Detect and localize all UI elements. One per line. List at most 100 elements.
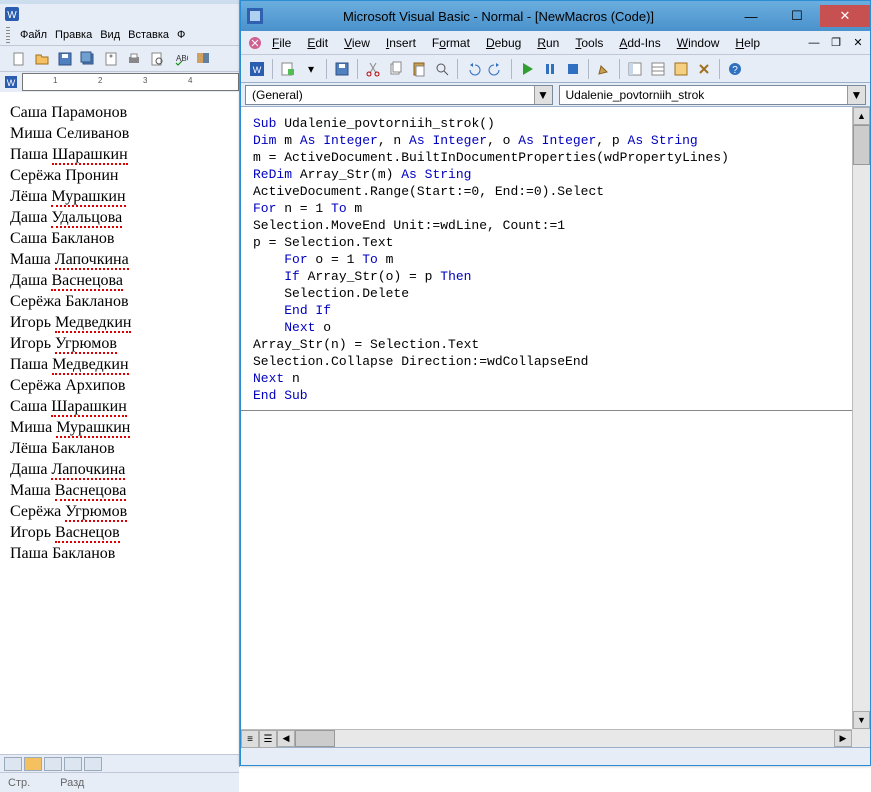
- svg-text:W: W: [253, 65, 262, 75]
- scroll-thumb[interactable]: [853, 125, 870, 165]
- code-line: Array_Str(n) = Selection.Text: [253, 336, 840, 353]
- reset-button[interactable]: [563, 59, 583, 79]
- document-area[interactable]: Саша ПарамоновМиша СеливановПаша Шарашки…: [0, 92, 239, 754]
- code-line: Selection.Collapse Direction:=wdCollapse…: [253, 353, 840, 370]
- document-line: Саша Бакланов: [10, 228, 231, 249]
- menu-help[interactable]: Help: [728, 34, 767, 52]
- web-view-button[interactable]: [24, 757, 42, 771]
- menu-edit[interactable]: Правка: [55, 29, 92, 41]
- procedure-combo[interactable]: Udalenie_povtorniih_strok ▼: [559, 85, 867, 105]
- normal-view-button[interactable]: [4, 757, 22, 771]
- menu-debug[interactable]: Debug: [479, 34, 528, 52]
- horizontal-ruler[interactable]: 1 2 3 4: [22, 73, 239, 91]
- menu-insert[interactable]: Вставка: [128, 29, 169, 41]
- code-line: ReDim Array_Str(m) As String: [253, 166, 840, 183]
- code-line: Next o: [253, 319, 840, 336]
- word-doc-icon: W: [0, 74, 22, 90]
- scroll-right-button[interactable]: ▶: [834, 730, 852, 747]
- menu-tools[interactable]: Tools: [568, 34, 610, 52]
- code-line: Selection.MoveEnd Unit:=wdLine, Count:=1: [253, 217, 840, 234]
- run-button[interactable]: [517, 59, 537, 79]
- word-ruler-row: W 1 2 3 4: [0, 72, 239, 92]
- cut-button[interactable]: [363, 59, 383, 79]
- spelling-button[interactable]: ABC: [170, 49, 190, 69]
- break-button[interactable]: [540, 59, 560, 79]
- menu-view[interactable]: View: [337, 34, 377, 52]
- project-explorer-button[interactable]: [625, 59, 645, 79]
- outline-view-button[interactable]: [64, 757, 82, 771]
- word-icon-row: W: [0, 4, 239, 24]
- scroll-thumb[interactable]: [295, 730, 335, 747]
- document-line: Маша Васнецова: [10, 480, 231, 501]
- menu-format[interactable]: Format: [425, 34, 477, 52]
- redo-button[interactable]: [486, 59, 506, 79]
- undo-button[interactable]: [463, 59, 483, 79]
- view-buttons: [0, 754, 239, 772]
- vba-menu-bar: File Edit View Insert Format Debug Run T…: [241, 31, 870, 55]
- full-module-view-button[interactable]: ☰: [259, 730, 277, 748]
- code-line: Selection.Delete: [253, 285, 840, 302]
- scroll-up-button[interactable]: ▲: [853, 107, 870, 125]
- mdi-close-button[interactable]: ✕: [850, 36, 866, 50]
- menu-file[interactable]: Файл: [20, 29, 47, 41]
- vertical-scrollbar[interactable]: ▲ ▼: [852, 107, 870, 729]
- dropdown-arrow-icon[interactable]: ▼: [847, 86, 865, 104]
- menu-addins[interactable]: Add-Ins: [612, 34, 667, 52]
- dropdown-arrow-icon[interactable]: ▼: [534, 86, 552, 104]
- document-line: Серёжа Бакланов: [10, 291, 231, 312]
- document-line: Даша Васнецова: [10, 270, 231, 291]
- properties-button[interactable]: [648, 59, 668, 79]
- window-title: Microsoft Visual Basic - Normal - [NewMa…: [269, 9, 728, 24]
- minimize-button[interactable]: —: [728, 5, 774, 27]
- object-combo[interactable]: (General) ▼: [245, 85, 553, 105]
- code-text-area[interactable]: Sub Udalenie_povtorniih_strok()Dim m As …: [241, 107, 852, 729]
- scroll-left-button[interactable]: ◀: [277, 730, 295, 747]
- print-preview-button[interactable]: [147, 49, 167, 69]
- paste-button[interactable]: [409, 59, 429, 79]
- object-combo-value: (General): [252, 88, 303, 102]
- save-button[interactable]: [332, 59, 352, 79]
- insert-module-button[interactable]: [278, 59, 298, 79]
- mdi-restore-button[interactable]: ❐: [828, 36, 844, 50]
- copy-button[interactable]: [386, 59, 406, 79]
- save-all-button[interactable]: [78, 49, 98, 69]
- help-button[interactable]: ?: [725, 59, 745, 79]
- menu-view[interactable]: Вид: [100, 29, 120, 41]
- menu-edit[interactable]: Edit: [300, 34, 335, 52]
- word-status-bar: Стр. Разд: [0, 772, 239, 792]
- code-line: For n = 1 To m: [253, 200, 840, 217]
- scroll-down-button[interactable]: ▼: [853, 711, 870, 729]
- find-button[interactable]: [432, 59, 452, 79]
- research-button[interactable]: [193, 49, 213, 69]
- vba-titlebar[interactable]: Microsoft Visual Basic - Normal - [NewMa…: [241, 1, 870, 31]
- close-button[interactable]: ✕: [820, 5, 870, 27]
- print-button[interactable]: [124, 49, 144, 69]
- menu-run[interactable]: Run: [530, 34, 566, 52]
- menu-insert[interactable]: Insert: [379, 34, 423, 52]
- menu-file[interactable]: File: [265, 34, 298, 52]
- svg-text:W: W: [7, 10, 17, 21]
- menu-window[interactable]: Window: [670, 34, 727, 52]
- code-combo-row: (General) ▼ Udalenie_povtorniih_strok ▼: [241, 83, 870, 107]
- horizontal-scrollbar[interactable]: ≡ ☰ ◀ ▶: [241, 729, 852, 747]
- object-browser-button[interactable]: [671, 59, 691, 79]
- document-line: Миша Мурашкин: [10, 417, 231, 438]
- reading-view-button[interactable]: [84, 757, 102, 771]
- open-button[interactable]: [32, 49, 52, 69]
- mdi-minimize-button[interactable]: —: [806, 36, 822, 50]
- maximize-button[interactable]: ☐: [774, 5, 820, 27]
- save-button[interactable]: [55, 49, 75, 69]
- menu-grip[interactable]: [6, 27, 10, 43]
- code-line: ActiveDocument.Range(Start:=0, End:=0).S…: [253, 183, 840, 200]
- permission-button[interactable]: [101, 49, 121, 69]
- vba-window: Microsoft Visual Basic - Normal - [NewMa…: [240, 0, 871, 766]
- menu-format-partial[interactable]: Ф: [177, 29, 185, 41]
- new-doc-button[interactable]: [9, 49, 29, 69]
- toolbox-button[interactable]: [694, 59, 714, 79]
- view-word-button[interactable]: W: [247, 59, 267, 79]
- procedure-view-button[interactable]: ≡: [241, 730, 259, 748]
- print-view-button[interactable]: [44, 757, 62, 771]
- design-mode-button[interactable]: [594, 59, 614, 79]
- code-editor: Sub Udalenie_povtorniih_strok()Dim m As …: [241, 107, 870, 747]
- insert-dropdown-button[interactable]: ▾: [301, 59, 321, 79]
